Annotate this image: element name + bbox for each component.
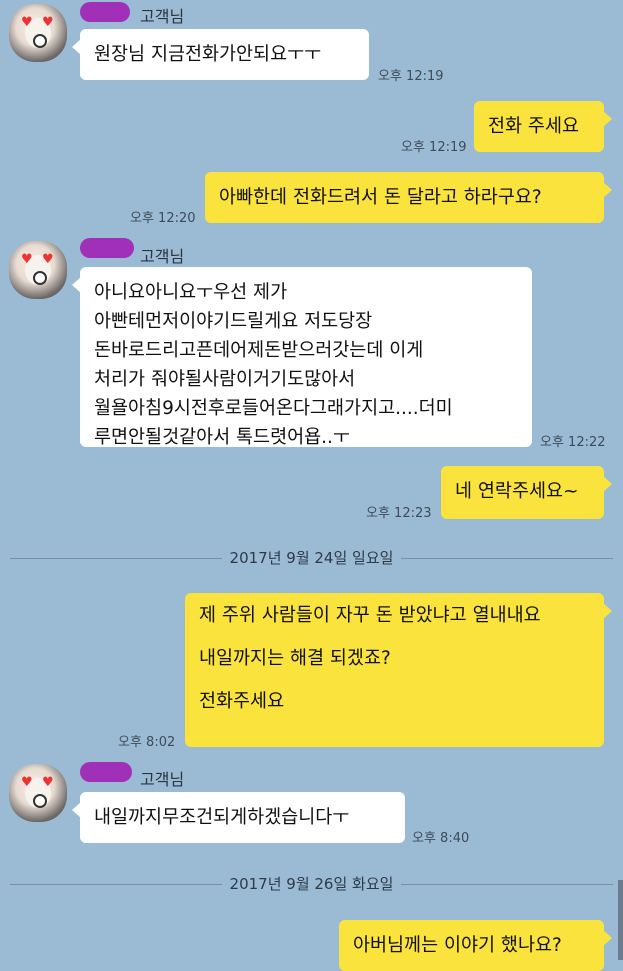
message-time: 오후 12:19 bbox=[378, 69, 444, 84]
message-time: 오후 8:02 bbox=[118, 735, 176, 750]
sender-name: 고객님 bbox=[140, 770, 185, 789]
message-text: 내일까지무조건되게하겠습니다ㅜ bbox=[94, 807, 350, 828]
sender-avatar[interactable]: ♥ ♥ bbox=[9, 241, 67, 299]
message-time: 오후 12:19 bbox=[401, 140, 467, 155]
message-bubble[interactable]: 원장님 지금전화가안되요ㅜㅜ bbox=[72, 29, 369, 80]
message-text: 아빠한데 전화드려서 돈 달라고 하라구요? bbox=[219, 187, 542, 208]
message-time: 오후 12:23 bbox=[366, 506, 432, 521]
avatar-mouth bbox=[33, 34, 47, 48]
heart-icon: ♥ bbox=[42, 15, 54, 30]
message-bubble[interactable]: 전화 주세요 bbox=[474, 101, 612, 152]
redacted-name bbox=[80, 762, 132, 782]
date-label: 2017년 9월 26일 화요일 bbox=[221, 875, 402, 893]
heart-icon: ♥ bbox=[42, 252, 54, 267]
message-text: 아버님께는 이야기 했나요? bbox=[353, 935, 562, 956]
date-separator: 2017년 9월 26일 화요일 bbox=[10, 873, 613, 895]
message-line: 아니요아니요ㅜ우선 제가 bbox=[94, 282, 288, 303]
sender-avatar[interactable]: ♥ ♥ bbox=[9, 764, 67, 822]
message-time: 오후 12:22 bbox=[540, 435, 606, 450]
message-bubble[interactable]: 아버님께는 이야기 했나요? bbox=[339, 920, 612, 971]
message-line: 처리가 줘야될사람이거기도많아서 bbox=[94, 369, 356, 390]
message-line: 제 주위 사람들이 자꾸 돈 받았냐고 열내내요 bbox=[199, 605, 541, 626]
message-line: 전화주세요 bbox=[199, 691, 285, 712]
heart-icon: ♥ bbox=[21, 252, 33, 267]
scrollbar[interactable] bbox=[618, 880, 623, 960]
message-time: 오후 8:40 bbox=[412, 831, 470, 846]
message-bubble[interactable]: 네 연락주세요~ bbox=[441, 466, 612, 519]
message-line: 돈바로드리고픈데어제돈받으러갓는데 이게 bbox=[94, 340, 424, 361]
avatar-mouth bbox=[33, 271, 47, 285]
message-line: 아빤테먼저이야기드릴게요 저도당장 bbox=[94, 311, 373, 332]
message-line: 월욜아침9시전후로들어온다그래가지고....더미 bbox=[94, 398, 453, 419]
heart-icon: ♥ bbox=[42, 775, 54, 790]
redacted-name bbox=[80, 238, 134, 258]
message-text: 원장님 지금전화가안되요ㅜㅜ bbox=[94, 44, 322, 65]
redacted-name bbox=[80, 2, 130, 22]
avatar-mouth bbox=[33, 794, 47, 808]
date-label: 2017년 9월 24일 일요일 bbox=[221, 549, 402, 567]
date-separator: 2017년 9월 24일 일요일 bbox=[10, 547, 613, 569]
sender-name: 고객님 bbox=[140, 7, 185, 26]
heart-icon: ♥ bbox=[21, 15, 33, 30]
message-text: 네 연락주세요~ bbox=[455, 481, 579, 502]
message-bubble[interactable]: 제 주위 사람들이 자꾸 돈 받았냐고 열내내요 내일까지는 해결 되겠죠? 전… bbox=[185, 593, 612, 747]
sender-avatar[interactable]: ♥ ♥ bbox=[9, 4, 67, 62]
message-line: 루면안될것같아서 톡드렷어욥..ㅜ bbox=[94, 427, 350, 448]
message-bubble[interactable]: 아빠한데 전화드려서 돈 달라고 하라구요? bbox=[205, 172, 612, 223]
message-line: 내일까지는 해결 되겠죠? bbox=[199, 648, 391, 669]
message-text: 제 주위 사람들이 자꾸 돈 받았냐고 열내내요 내일까지는 해결 되겠죠? 전… bbox=[199, 603, 541, 715]
message-bubble[interactable]: 아니요아니요ㅜ우선 제가 아빤테먼저이야기드릴게요 저도당장 돈바로드리고픈데어… bbox=[72, 267, 532, 448]
message-text: 아니요아니요ㅜ우선 제가 아빤테먼저이야기드릴게요 저도당장 돈바로드리고픈데어… bbox=[94, 278, 453, 452]
message-bubble[interactable]: 내일까지무조건되게하겠습니다ㅜ bbox=[72, 792, 405, 843]
message-time: 오후 12:20 bbox=[130, 211, 196, 226]
message-text: 전화 주세요 bbox=[488, 116, 579, 137]
sender-name: 고객님 bbox=[140, 247, 185, 266]
heart-icon: ♥ bbox=[21, 775, 33, 790]
